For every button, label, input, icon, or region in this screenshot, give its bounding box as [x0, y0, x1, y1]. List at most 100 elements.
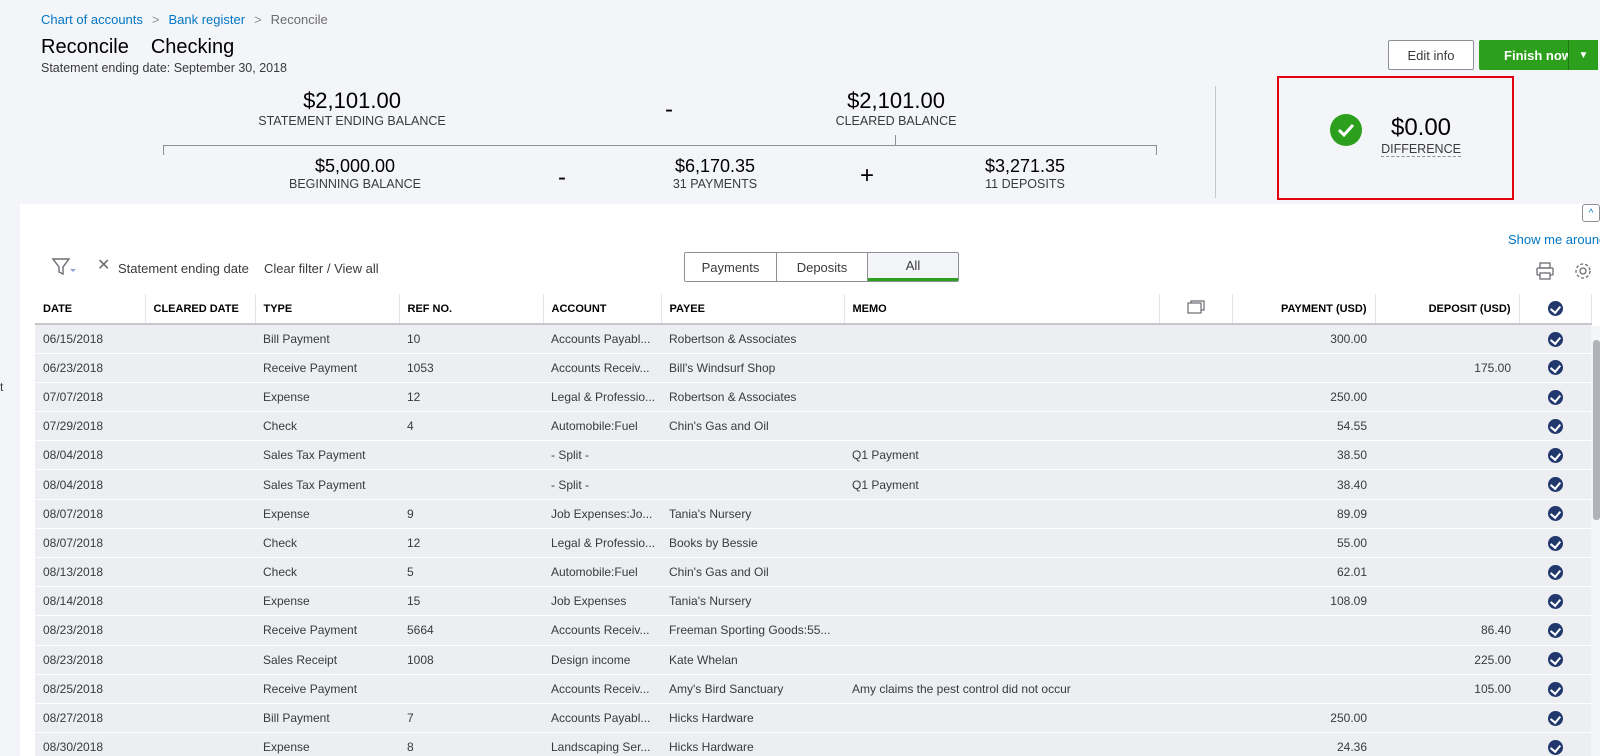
print-icon[interactable]: [1536, 262, 1554, 283]
checkmark-icon[interactable]: [1547, 448, 1563, 463]
cell-account: Accounts Receiv...: [543, 353, 661, 383]
table-row[interactable]: 08/23/2018 Receive Payment 5664 Accounts Re…: [35, 615, 1591, 646]
cell-cleared-checkbox[interactable]: [1519, 703, 1591, 734]
cell-memo: [844, 615, 1159, 646]
cell-cleared-checkbox[interactable]: [1519, 440, 1591, 471]
finish-dropdown-button[interactable]: ▼: [1568, 40, 1598, 70]
cell-cleared-checkbox[interactable]: [1519, 615, 1591, 646]
table-row[interactable]: 08/25/2018 Receive Payment Accounts Receiv…: [35, 674, 1591, 704]
cell-memo: [844, 382, 1159, 413]
cell-payment: [1232, 615, 1375, 646]
cell-payee: Kate Whelan: [661, 645, 844, 675]
cell-cleared-checkbox[interactable]: [1519, 645, 1591, 675]
cell-cleared-checkbox[interactable]: [1519, 353, 1591, 383]
table-row[interactable]: 08/23/2018 Sales Receipt 1008 Design income…: [35, 645, 1591, 675]
close-icon[interactable]: ✕: [97, 258, 110, 274]
breadcrumb-separator: >: [254, 12, 262, 27]
column-header-memo[interactable]: MEMO: [844, 294, 1160, 325]
column-header-payee[interactable]: PAYEE: [661, 294, 845, 325]
tab-deposits[interactable]: Deposits: [777, 253, 868, 281]
table-row[interactable]: 07/29/2018 Check 4 Automobile:Fuel Chin's Ga…: [35, 411, 1591, 442]
cell-deposit: [1375, 382, 1519, 413]
checkmark-icon[interactable]: [1547, 623, 1563, 639]
cell-cleared-checkbox[interactable]: [1519, 382, 1591, 413]
clear-filter-link[interactable]: Clear filter / View all: [264, 261, 379, 276]
cell-cleared-checkbox[interactable]: [1519, 674, 1591, 704]
checkmark-icon[interactable]: [1547, 360, 1563, 376]
checkmark-icon[interactable]: [1547, 593, 1563, 609]
table-row[interactable]: 08/07/2018 Expense 9 Job Expenses:Jo... Tani…: [35, 499, 1591, 529]
cell-deposit: [1375, 586, 1519, 617]
table-row[interactable]: 08/07/2018 Check 12 Legal & Professio... Boo…: [35, 528, 1591, 559]
cell-date: 07/29/2018: [35, 411, 145, 442]
left-edge-text: t: [0, 380, 4, 394]
show-me-around-link[interactable]: Show me around: [1508, 232, 1600, 247]
cell-cleared-checkbox[interactable]: [1519, 528, 1591, 559]
column-header-attachment[interactable]: [1159, 294, 1233, 325]
payments-total-value: $6,170.35: [674, 156, 756, 176]
cell-attachment: [1159, 645, 1232, 675]
cell-account: Accounts Payabl...: [543, 703, 661, 734]
cell-payment: 250.00: [1232, 382, 1375, 413]
cell-date: 08/23/2018: [35, 645, 145, 675]
check-all-icon[interactable]: [1547, 301, 1563, 316]
column-header-account[interactable]: ACCOUNT: [543, 294, 662, 325]
collapse-chevron-up-icon[interactable]: ^: [1582, 204, 1600, 222]
cell-cleared-checkbox[interactable]: [1519, 499, 1591, 529]
breadcrumb-bank-register[interactable]: Bank register: [168, 12, 245, 27]
checkmark-icon[interactable]: [1547, 389, 1563, 405]
beginning-balance: $5,000.00 BEGINNING BALANCE: [255, 156, 455, 191]
column-header-ref-no[interactable]: REF NO.: [399, 294, 544, 325]
table-row[interactable]: 08/14/2018 Expense 15 Job Expenses Tania's N…: [35, 586, 1591, 617]
table-row[interactable]: 07/07/2018 Expense 12 Legal & Professio... R…: [35, 382, 1591, 413]
tab-all[interactable]: All: [868, 253, 958, 281]
cell-cleared-checkbox[interactable]: [1519, 557, 1591, 588]
checkmark-icon[interactable]: [1547, 681, 1563, 697]
cell-cleared-checkbox[interactable]: [1519, 586, 1591, 617]
cell-cleared-checkbox[interactable]: [1519, 411, 1591, 442]
cell-cleared-checkbox[interactable]: [1519, 324, 1591, 354]
checkmark-icon[interactable]: [1547, 331, 1563, 347]
checkmark-icon[interactable]: [1547, 652, 1563, 668]
cell-payee: Hicks Hardware: [661, 732, 844, 756]
cell-cleared-checkbox[interactable]: [1519, 732, 1591, 756]
table-row[interactable]: 06/23/2018 Receive Payment 1053 Accounts Re…: [35, 353, 1591, 383]
column-header-deposit[interactable]: DEPOSIT (USD): [1375, 294, 1520, 325]
filter-icon[interactable]: [51, 258, 76, 279]
checkmark-icon[interactable]: [1547, 739, 1563, 755]
cell-payee: Chin's Gas and Oil: [661, 411, 844, 442]
checkmark-icon[interactable]: [1547, 564, 1563, 580]
table-row[interactable]: 08/27/2018 Bill Payment 7 Accounts Payabl..…: [35, 703, 1591, 734]
column-header-cleared-date[interactable]: CLEARED DATE: [145, 294, 256, 325]
cell-deposit: 105.00: [1375, 674, 1519, 704]
cell-ref: 15: [399, 586, 543, 617]
column-header-type[interactable]: TYPE: [255, 294, 400, 325]
checkmark-icon[interactable]: [1547, 477, 1563, 493]
cell-payee: Tania's Nursery: [661, 586, 844, 617]
table-row[interactable]: 08/04/2018 Sales Tax Payment - Split - Q1 P…: [35, 469, 1591, 500]
cell-cleared: [145, 469, 255, 500]
edit-info-button[interactable]: Edit info: [1388, 40, 1474, 70]
tab-payments[interactable]: Payments: [685, 253, 777, 281]
difference-label: DIFFERENCE: [1381, 142, 1461, 157]
cell-cleared-checkbox[interactable]: [1519, 469, 1591, 500]
column-header-select-all[interactable]: [1519, 294, 1592, 325]
checkmark-icon[interactable]: [1547, 506, 1563, 522]
checkmark-icon[interactable]: [1547, 710, 1563, 726]
gear-icon[interactable]: [1574, 262, 1592, 283]
table-row[interactable]: 08/04/2018 Sales Tax Payment - Split - Q1 P…: [35, 440, 1591, 471]
table-row[interactable]: 06/15/2018 Bill Payment 10 Accounts Payabl.…: [35, 324, 1591, 354]
breadcrumb-separator: >: [151, 12, 160, 27]
cell-memo: Amy claims the pest control did not occu…: [844, 674, 1159, 704]
checkmark-icon[interactable]: [1547, 535, 1563, 551]
cell-type: Expense: [255, 499, 399, 529]
scrollbar-thumb[interactable]: [1593, 340, 1600, 520]
table-row[interactable]: 08/13/2018 Check 5 Automobile:Fuel Chin's Ga…: [35, 557, 1591, 588]
table-row[interactable]: 08/30/2018 Expense 8 Landscaping Ser... Hick…: [35, 732, 1591, 756]
column-header-payment[interactable]: PAYMENT (USD): [1232, 294, 1376, 325]
breadcrumb-chart-of-accounts[interactable]: Chart of accounts: [41, 12, 143, 27]
checkmark-icon[interactable]: [1547, 418, 1563, 434]
column-header-date[interactable]: DATE: [35, 294, 146, 325]
caret-down-icon: ▼: [1578, 49, 1589, 61]
difference: $0.00 DIFFERENCE: [1380, 114, 1462, 157]
